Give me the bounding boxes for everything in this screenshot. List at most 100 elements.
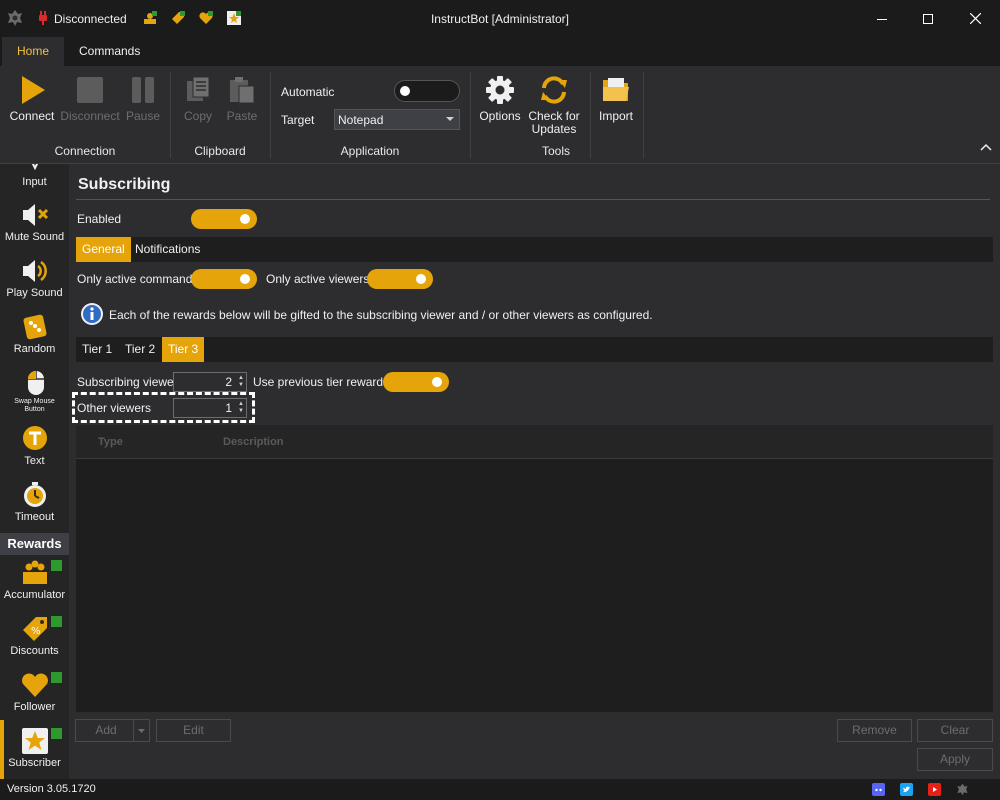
apply-button[interactable]: Apply (917, 748, 993, 771)
sidebar-item-swap-mouse-button[interactable]: Swap Mouse Button (0, 369, 69, 414)
group-separator (470, 72, 471, 158)
mute-sound-icon (22, 204, 48, 226)
status-badge (51, 728, 62, 739)
minimize-button[interactable] (859, 0, 905, 37)
svg-text:%: % (31, 626, 41, 637)
only-active-viewers-label: Only active viewers (266, 272, 370, 286)
discount-quick-icon[interactable] (170, 10, 186, 26)
sidebar-item-text[interactable]: Text (0, 425, 69, 467)
other-viewers-input[interactable]: 1 ▲ ▼ (173, 398, 247, 418)
sidebar-item-label: Subscriber (8, 757, 61, 769)
disconnect-button[interactable]: Disconnect (60, 74, 120, 123)
import-button[interactable]: Import (596, 74, 636, 123)
tab-home[interactable]: Home (2, 37, 65, 66)
info-message: Each of the rewards below will be gifted… (109, 308, 653, 322)
tab-tier-3[interactable]: Tier 3 (162, 337, 205, 362)
subscriber-quick-icon[interactable] (226, 10, 242, 26)
version-label: Version 3.05.1720 (7, 783, 96, 795)
status-badge (51, 672, 62, 683)
sidebar-item-label: Follower (13, 701, 56, 713)
add-dropdown-button[interactable] (133, 719, 150, 742)
options-button[interactable]: Options (478, 74, 522, 123)
maximize-button[interactable] (905, 0, 951, 37)
sidebar-item-label-line1: Swap Mouse (14, 398, 55, 405)
sidebar-item-label: Mute Sound (4, 231, 65, 243)
status-bar: Version 3.05.1720 (0, 779, 1000, 800)
pause-button[interactable]: Pause (124, 74, 162, 123)
stop-icon (77, 77, 103, 103)
toggle-knob (240, 214, 250, 224)
use-previous-tier-toggle[interactable] (383, 372, 449, 392)
subscribing-viewer-value: 2 (225, 375, 232, 389)
connect-button[interactable]: Connect (8, 74, 56, 123)
only-active-commands-toggle[interactable] (191, 269, 257, 289)
check-updates-label-1: Check for (528, 109, 580, 123)
rewards-grid[interactable]: Type Description (76, 425, 993, 712)
twitter-icon[interactable] (900, 783, 913, 796)
sidebar-item-play-sound[interactable]: Play Sound (0, 257, 69, 299)
enabled-toggle[interactable] (191, 209, 257, 229)
status-badge (51, 616, 62, 627)
sidebar-item-label: Play Sound (6, 287, 63, 299)
pause-label: Pause (125, 109, 161, 123)
clear-button[interactable]: Clear (917, 719, 993, 742)
copy-icon (187, 76, 210, 101)
chevron-down-icon (138, 729, 145, 733)
sidebar-item-label: Accumulator (3, 589, 66, 601)
connection-status: Disconnected (54, 12, 127, 26)
sidebar-item-mute-sound[interactable]: Mute Sound (0, 201, 69, 243)
divider (76, 199, 990, 200)
subscribing-viewer-label: Subscribing viewer (77, 375, 178, 389)
paste-button[interactable]: Paste (224, 74, 260, 123)
automatic-label: Automatic (281, 85, 335, 99)
status-badge (51, 560, 62, 571)
column-header-description[interactable]: Description (223, 436, 284, 448)
youtube-icon[interactable] (928, 783, 941, 796)
tab-commands[interactable]: Commands (64, 37, 155, 66)
enabled-label: Enabled (77, 212, 122, 226)
tab-notifications[interactable]: Notifications (129, 237, 206, 262)
app-logo-icon[interactable] (956, 783, 969, 796)
toggle-knob (416, 274, 426, 284)
tools-group-label: Tools (541, 144, 570, 158)
discount-tag-icon: % (22, 617, 47, 641)
only-active-viewers-toggle[interactable] (367, 269, 433, 289)
paste-label: Paste (226, 109, 258, 123)
info-icon (81, 303, 103, 325)
close-button[interactable] (952, 0, 998, 37)
column-header-type[interactable]: Type (98, 436, 123, 448)
tab-tier-2[interactable]: Tier 2 (119, 337, 161, 362)
disconnected-plug-icon[interactable] (35, 10, 51, 26)
edit-button[interactable]: Edit (156, 719, 231, 742)
close-icon (969, 13, 981, 24)
tab-tier-1[interactable]: Tier 1 (76, 337, 118, 362)
tab-general[interactable]: General (76, 237, 131, 262)
sidebar-item-timeout[interactable]: Timeout (0, 481, 69, 523)
add-button[interactable]: Add (75, 719, 137, 742)
sidebar-item-random[interactable]: Random (0, 313, 69, 355)
target-label: Target (281, 113, 315, 127)
spin-buttons[interactable]: ▲ ▼ (238, 401, 244, 415)
sidebar-item-input[interactable]: Input (0, 164, 69, 188)
collapse-ribbon-icon[interactable] (980, 142, 992, 152)
text-icon (22, 426, 47, 450)
discord-icon[interactable] (872, 783, 885, 796)
target-select[interactable]: Notepad (334, 109, 460, 130)
sidebar-item-label: Discounts (10, 645, 59, 657)
sidebar-item-label: Random (13, 343, 56, 355)
chevron-down-icon (446, 117, 454, 121)
subscribing-viewer-input[interactable]: 2 ▲ ▼ (173, 372, 247, 392)
remove-button[interactable]: Remove (837, 719, 912, 742)
follower-quick-icon[interactable] (198, 10, 214, 26)
options-label: Options (479, 109, 521, 123)
accumulator-icon (22, 560, 47, 584)
check-updates-button[interactable]: Check for Updates (526, 74, 582, 136)
sidebar-item-label: Input (22, 176, 47, 188)
spin-buttons[interactable]: ▲ ▼ (238, 375, 244, 389)
copy-button[interactable]: Copy (180, 74, 216, 123)
pause-icon (132, 77, 154, 103)
sidebar-item-label-line2: Button (24, 406, 45, 413)
automatic-toggle[interactable] (394, 80, 460, 102)
maximize-icon (923, 13, 933, 24)
accumulator-quick-icon[interactable] (142, 10, 158, 26)
